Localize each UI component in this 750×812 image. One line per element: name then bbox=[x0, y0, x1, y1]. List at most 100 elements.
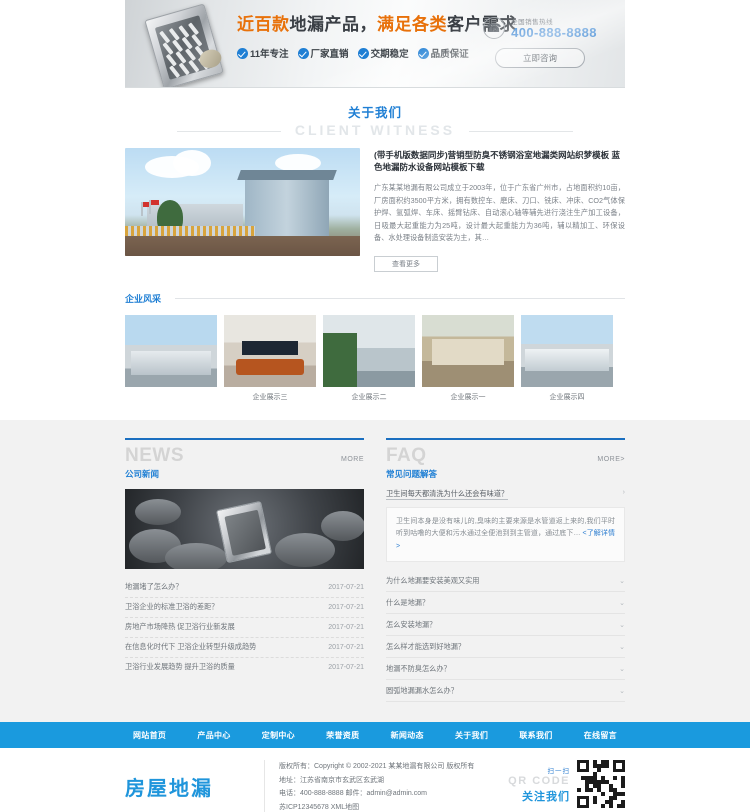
news-title-cn: 公司新闻 bbox=[125, 468, 160, 479]
banner-badges: 11年专注 厂家直销 交期稳定 品质保证 bbox=[237, 46, 487, 60]
chevron-down-icon[interactable]: ⌄ bbox=[619, 643, 625, 651]
faq-item[interactable]: 圆弧地漏漏水怎么办？ ⌄ bbox=[386, 680, 625, 703]
about-section: (带手机版数据同步)营销型防臭不锈钢浴室地漏类网站织梦模板 蓝色地漏防水设备网站… bbox=[125, 138, 625, 272]
footer-copyright: 版权所有：Copyright © 2002-2021 某某地漏有限公司 版权所有 bbox=[279, 763, 475, 771]
news-item[interactable]: 在信息化时代下 卫浴企业转型升级成趋势 2017-07-21 bbox=[125, 638, 364, 658]
footer-nav-item[interactable]: 定制中心 bbox=[262, 730, 295, 741]
faq-more-link[interactable]: MORE> bbox=[597, 456, 625, 463]
footer-nav-item[interactable]: 荣誉资质 bbox=[326, 730, 359, 741]
gallery-caption: 企业展示一 bbox=[450, 393, 486, 401]
news-list: 地漏堵了怎么办？ 2017-07-21 卫浴企业的标准卫浴的差距？ 2017-07-2… bbox=[125, 578, 364, 677]
gallery-list: 企业展示三 企业展示二 企业展示一 企业展示四 bbox=[125, 314, 625, 402]
chevron-down-icon[interactable]: ⌄ bbox=[619, 665, 625, 673]
check-icon bbox=[297, 47, 309, 59]
faq-item[interactable]: 怎么样才能选到好地漏？ ⌄ bbox=[386, 636, 625, 659]
banner-badge-label: 交期稳定 bbox=[370, 49, 409, 60]
faq-title-en: FAQ bbox=[386, 444, 427, 466]
news-item[interactable]: 卫浴企业的标准卫浴的差距？ 2017-07-21 bbox=[125, 598, 364, 618]
faq-item[interactable]: 什么是地漏？ ⌄ bbox=[386, 592, 625, 615]
faq-item[interactable]: 地漏不防臭怎么办？ ⌄ bbox=[386, 658, 625, 681]
footer-logo-text: 房屋地漏 bbox=[125, 778, 213, 801]
banner-headline-part: 近百款 bbox=[237, 15, 290, 34]
news-item[interactable]: 地漏堵了怎么办？ 2017-07-21 bbox=[125, 578, 364, 598]
gallery-item[interactable] bbox=[125, 314, 217, 402]
footer-icp[interactable]: 苏ICP12345678 XML地图 bbox=[279, 801, 485, 812]
chevron-down-icon[interactable]: ⌄ bbox=[619, 577, 625, 585]
footer-nav-item[interactable]: 联系我们 bbox=[519, 730, 552, 741]
floor-drain-product-icon bbox=[133, 0, 239, 87]
news-feature-image[interactable] bbox=[125, 488, 364, 569]
footer-nav-item[interactable]: 新闻动态 bbox=[391, 730, 424, 741]
about-title-cn: 关于我们 bbox=[347, 106, 402, 120]
news-item-date: 2017-07-21 bbox=[328, 663, 364, 671]
footer-address: 地址：江苏省南京市玄武区玄武湖 bbox=[279, 776, 384, 784]
faq-list: 为什么地漏要安装美观又实用 ⌄ 什么是地漏？ ⌄ 怎么安装地漏？ ⌄ 怎么样才能选到好地漏？… bbox=[386, 570, 625, 703]
chevron-down-icon[interactable]: ⌄ bbox=[619, 599, 625, 607]
chevron-down-icon[interactable]: ⌄ bbox=[619, 621, 625, 629]
faq-featured-question[interactable]: 卫生间每天都清洗为什么还会有味道？ › bbox=[386, 488, 625, 500]
about-more-button[interactable]: 查看更多 bbox=[374, 255, 438, 272]
hotline-number: 400-888-8888 bbox=[511, 25, 597, 40]
news-item[interactable]: 房地产市场降热 促卫浴行业新发展 2017-07-21 bbox=[125, 618, 364, 638]
gallery-item[interactable]: 企业展示二 bbox=[323, 314, 415, 402]
footer-nav-item[interactable]: 网站首页 bbox=[133, 730, 166, 741]
qr-scan-label: 扫一扫 bbox=[547, 767, 570, 775]
footer-divider bbox=[264, 760, 265, 812]
faq-featured-answer: 卫生间本身是没有味儿的,臭味的主要来源是水管道返上来的,我们平时听到咕噜的大便和… bbox=[386, 506, 625, 563]
gallery-image[interactable] bbox=[224, 314, 316, 387]
gallery-caption: 企业展示四 bbox=[549, 393, 585, 401]
footer-nav-item[interactable]: 关于我们 bbox=[455, 730, 488, 741]
banner-badge-label: 11年专注 bbox=[250, 49, 289, 60]
news-item-title: 卫浴行业发展趋势 提升卫浴的质量 bbox=[125, 662, 235, 672]
gallery-title: 企业风采 bbox=[125, 293, 162, 304]
faq-featured-question-text: 卫生间每天都清洗为什么还会有味道？ bbox=[386, 488, 509, 500]
gallery-item[interactable]: 企业展示一 bbox=[422, 314, 514, 402]
news-item-title: 在信息化时代下 卫浴企业转型升级成趋势 bbox=[125, 642, 257, 652]
banner-badge: 厂家直销 bbox=[297, 46, 349, 60]
gallery-item[interactable]: 企业展示三 bbox=[224, 314, 316, 402]
gallery-caption: 企业展示三 bbox=[252, 393, 288, 401]
faq-item-label: 什么是地漏？ bbox=[386, 597, 430, 607]
consult-button[interactable]: 立即咨询 bbox=[495, 48, 585, 68]
footer-contact: 电话：400-888-8888 邮件：admin@admin.com bbox=[279, 790, 427, 798]
news-item-date: 2017-07-21 bbox=[328, 623, 364, 631]
news-item[interactable]: 卫浴行业发展趋势 提升卫浴的质量 2017-07-21 bbox=[125, 658, 364, 677]
about-body: 广东某某地漏有限公司成立于2003年，位于广东省广州市，占地面积约10亩，厂房面… bbox=[374, 183, 625, 243]
gallery-caption: 企业展示二 bbox=[351, 393, 387, 401]
faq-item-label: 怎么安装地漏？ bbox=[386, 619, 437, 629]
qr-en-label: QR CODE bbox=[508, 774, 570, 787]
gallery-image[interactable] bbox=[323, 314, 415, 387]
news-item-title: 地漏堵了怎么办？ bbox=[125, 582, 183, 592]
gallery-image[interactable] bbox=[422, 314, 514, 387]
page-root: 近百款地漏产品，满足各类客户需求 11年专注 厂家直销 交期稳定 品质保证 ☎ 全国销… bbox=[0, 0, 750, 812]
faq-item[interactable]: 怎么安装地漏？ ⌄ bbox=[386, 614, 625, 637]
footer: 房屋地漏 版权所有：Copyright © 2002-2021 某某地漏有限公司… bbox=[0, 748, 750, 812]
gallery-image[interactable] bbox=[125, 314, 217, 387]
faq-item[interactable]: 为什么地漏要安装美观又实用 ⌄ bbox=[386, 570, 625, 593]
news-more-link[interactable]: MORE bbox=[341, 456, 364, 463]
faq-item-label: 地漏不防臭怎么办？ bbox=[386, 663, 451, 673]
news-item-title: 卫浴企业的标准卫浴的差距？ bbox=[125, 602, 219, 612]
banner-headline: 近百款地漏产品，满足各类客户需求 bbox=[237, 14, 517, 36]
gallery-header: 企业风采 bbox=[125, 292, 625, 305]
footer-nav-item[interactable]: 在线留言 bbox=[584, 730, 617, 741]
qr-cn-label: 关注我们 bbox=[522, 790, 570, 803]
check-icon bbox=[357, 47, 369, 59]
footer-qr: 扫一扫 QR CODE 关注我们 bbox=[485, 760, 625, 809]
gallery-divider bbox=[175, 297, 625, 299]
gallery-image[interactable] bbox=[521, 314, 613, 387]
footer-logo[interactable]: 房屋地漏 bbox=[125, 760, 250, 801]
about-section-title: 关于我们 CLIENT WITNESS bbox=[125, 88, 625, 138]
promo-banner: 近百款地漏产品，满足各类客户需求 11年专注 厂家直销 交期稳定 品质保证 ☎ 全国销… bbox=[125, 0, 625, 88]
about-factory-image bbox=[125, 148, 360, 256]
footer-nav-item[interactable]: 产品中心 bbox=[197, 730, 230, 741]
news-column: NEWS MORE 公司新闻 地漏堵了怎么办？ 2017-07-21 卫浴企业的标准… bbox=[125, 437, 364, 702]
news-faq-band: NEWS MORE 公司新闻 地漏堵了怎么办？ 2017-07-21 卫浴企业的标准… bbox=[0, 419, 750, 723]
banner-contact: ☎ 全国销售热线 400-888-8888 立即咨询 bbox=[477, 16, 603, 68]
about-title-en: CLIENT WITNESS bbox=[280, 122, 470, 138]
faq-item-label: 圆弧地漏漏水怎么办？ bbox=[386, 685, 458, 695]
phone-icon: ☎ bbox=[483, 17, 506, 39]
gallery-item[interactable]: 企业展示四 bbox=[521, 314, 613, 402]
chevron-down-icon[interactable]: ⌄ bbox=[619, 687, 625, 695]
chevron-down-icon: › bbox=[622, 488, 625, 496]
